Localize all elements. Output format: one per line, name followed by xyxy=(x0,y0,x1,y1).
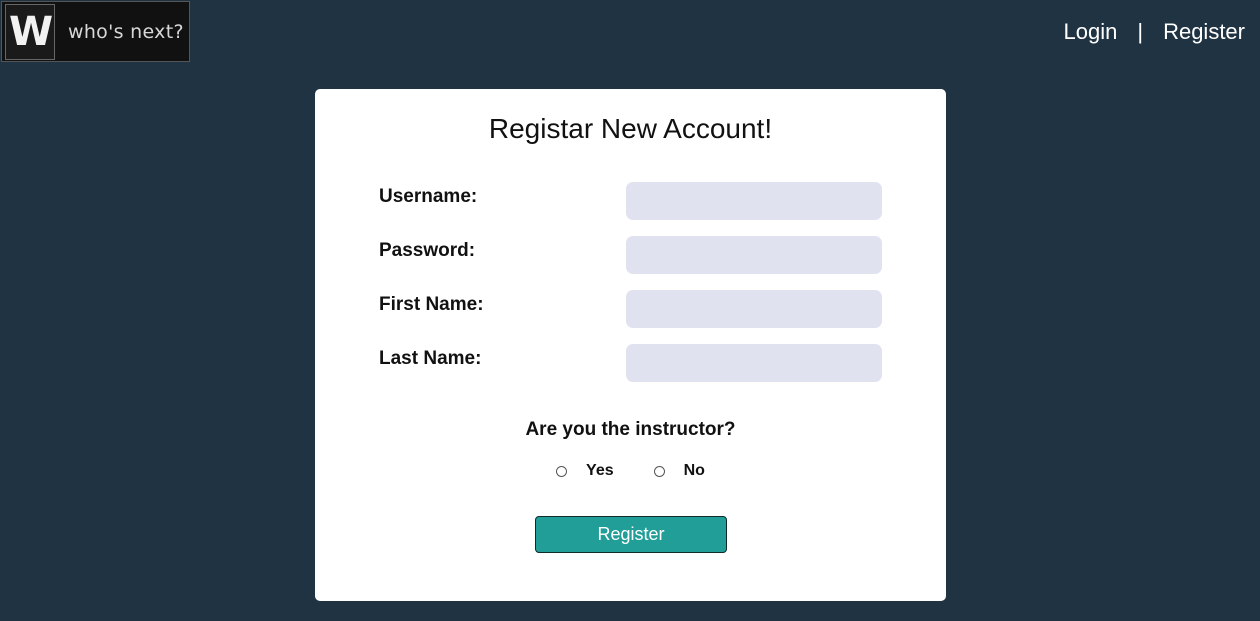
radio-yes[interactable] xyxy=(556,465,568,477)
top-nav: Login | Register xyxy=(1064,19,1245,45)
register-card: Registar New Account! Username: Password… xyxy=(315,89,946,601)
register-button[interactable]: Register xyxy=(535,516,727,553)
first-name-label: First Name: xyxy=(379,294,484,315)
logo-text: who's next? xyxy=(68,20,184,43)
username-label: Username: xyxy=(379,186,478,207)
password-input[interactable] xyxy=(626,236,882,274)
form-title: Registar New Account! xyxy=(488,113,773,144)
last-name-row: Last Name: xyxy=(379,344,882,382)
first-name-input[interactable] xyxy=(626,290,882,328)
first-name-row: First Name: xyxy=(379,290,882,328)
password-row: Password: xyxy=(379,236,882,274)
radio-option-no[interactable]: No xyxy=(653,462,705,480)
radio-no-label[interactable]: No xyxy=(684,462,705,480)
last-name-input[interactable] xyxy=(626,344,882,382)
nav-login-link[interactable]: Login xyxy=(1064,19,1118,45)
last-name-label: Last Name: xyxy=(379,348,482,369)
instructor-radio-group: Yes No xyxy=(315,462,946,480)
radio-no[interactable] xyxy=(653,465,665,477)
radio-option-yes[interactable]: Yes xyxy=(556,462,614,480)
page: W who's next? Login | Register Registar … xyxy=(0,0,1260,621)
instructor-question: Are you the instructor? xyxy=(525,419,736,440)
password-label: Password: xyxy=(379,240,476,261)
logo-mark-icon: W xyxy=(5,3,55,60)
username-row: Username: xyxy=(379,182,882,220)
nav-separator: | xyxy=(1137,19,1144,44)
radio-yes-label[interactable]: Yes xyxy=(586,462,614,480)
logo[interactable]: W who's next? xyxy=(1,1,190,62)
nav-register-link[interactable]: Register xyxy=(1163,19,1245,45)
username-input[interactable] xyxy=(626,182,882,220)
